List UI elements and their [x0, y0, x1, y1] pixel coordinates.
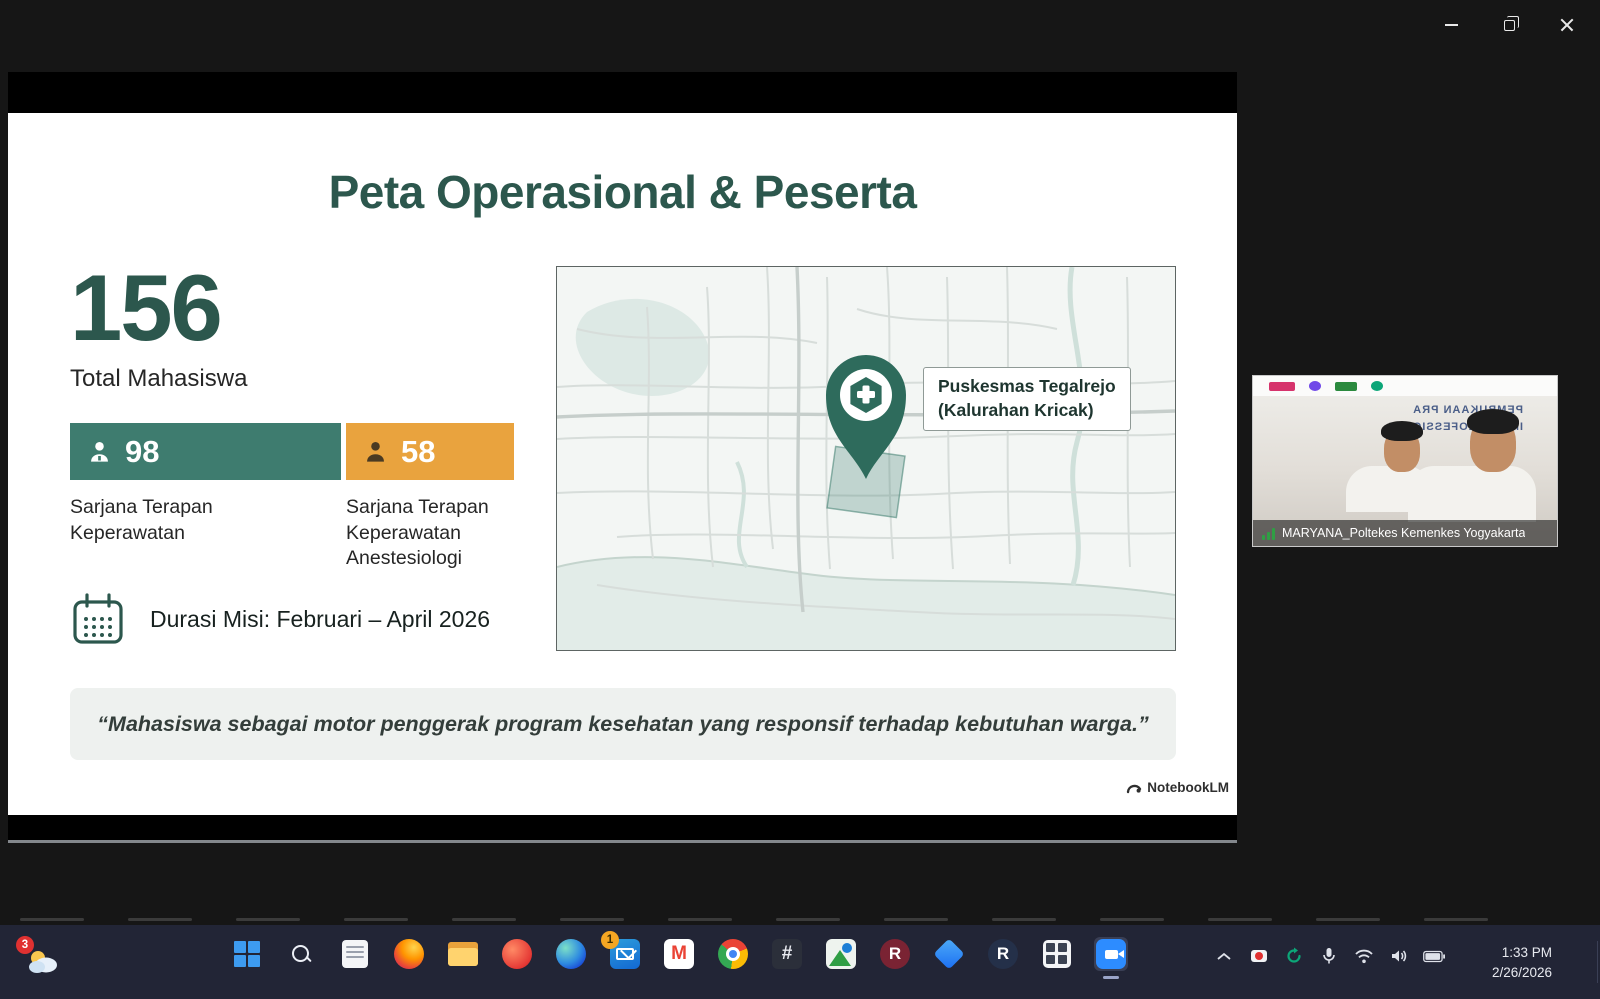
close-button[interactable]	[1544, 8, 1590, 42]
slide: Peta Operasional & Peserta 156 Total Mah…	[8, 113, 1237, 815]
minimize-button[interactable]	[1428, 8, 1474, 42]
audio-signal-icon	[1262, 527, 1275, 540]
tray-recording-icon[interactable]	[1248, 945, 1270, 967]
taskbar-item-zoom[interactable]	[1094, 937, 1128, 971]
r-app-2-icon: R	[988, 939, 1018, 969]
taskbar-item-r-app-2[interactable]: R	[986, 937, 1020, 971]
taskbar: 3 1 M # R R	[0, 925, 1600, 999]
clock-date: 2/26/2026	[1472, 963, 1552, 983]
notebooklm-watermark: NotebookLM	[1126, 779, 1229, 795]
stat-anesthesiology-header: 58	[346, 423, 514, 480]
window-controls	[1428, 8, 1590, 42]
taskbar-item-paint[interactable]	[932, 937, 966, 971]
stat-nursing-label: Sarjana Terapan Keperawatan	[70, 480, 295, 546]
minimize-icon	[1445, 24, 1458, 26]
background-logo-icon	[1269, 382, 1295, 391]
tray-wifi-icon[interactable]	[1353, 945, 1375, 967]
anesthetist-icon	[362, 438, 389, 465]
windows-logo-icon	[234, 941, 260, 967]
map-location-line2: (Kalurahan Kricak)	[938, 399, 1130, 423]
mission-duration-text: Durasi Misi: Februari – April 2026	[150, 606, 490, 633]
map-location-line1: Puskesmas Tegalrejo	[938, 375, 1130, 399]
stat-nursing-value: 98	[125, 434, 159, 470]
close-icon	[1560, 18, 1574, 32]
stat-anesthesiology-label: Sarjana Terapan Keperawatan Anestesiolog…	[346, 480, 506, 572]
background-logo-icon	[1335, 382, 1357, 391]
stat-anesthesiology: 58 Sarjana Terapan Keperawatan Anestesio…	[346, 423, 514, 572]
apps-grid-icon	[1043, 940, 1071, 968]
operational-map: Puskesmas Tegalrejo (Kalurahan Kricak)	[556, 266, 1176, 651]
gmail-icon: M	[664, 939, 694, 969]
tray-battery-icon[interactable]	[1423, 945, 1445, 967]
participant-name: MARYANA_Poltekes Kemenkes Yogyakarta	[1282, 526, 1525, 540]
tray-sync-icon[interactable]	[1283, 945, 1305, 967]
taskbar-item-mail[interactable]: 1	[608, 937, 642, 971]
total-students-value: 156	[70, 261, 221, 355]
paint-icon	[933, 938, 964, 969]
taskbar-item-gis-app[interactable]	[824, 937, 858, 971]
hash-app-icon: #	[772, 939, 802, 969]
restore-button[interactable]	[1486, 8, 1532, 42]
mission-duration: Durasi Misi: Februari – April 2026	[70, 591, 490, 647]
tray-chevron-up-icon[interactable]	[1213, 945, 1235, 967]
tray-volume-icon[interactable]	[1388, 945, 1410, 967]
stat-anesthesiology-value: 58	[401, 434, 435, 470]
search-button[interactable]	[284, 937, 318, 971]
slide-letterbox-top	[8, 72, 1237, 113]
mail-badge: 1	[601, 931, 619, 949]
widgets-badge: 3	[16, 936, 34, 954]
notebooklm-logo-icon	[1126, 779, 1142, 795]
restore-icon	[1504, 20, 1515, 31]
participant-name-bar: MARYANA_Poltekes Kemenkes Yogyakarta	[1253, 520, 1557, 546]
taskbar-item-r-app[interactable]: R	[878, 937, 912, 971]
background-logo-strip	[1253, 376, 1557, 396]
notebooklm-watermark-text: NotebookLM	[1147, 780, 1229, 795]
taskbar-item-hash-app[interactable]: #	[770, 937, 804, 971]
stat-nursing-header: 98	[70, 423, 341, 480]
file-explorer-icon	[448, 942, 478, 966]
participant-person-right	[1449, 416, 1536, 522]
background-logo-icon	[1309, 381, 1321, 391]
search-icon	[289, 942, 313, 966]
taskbar-item-edge[interactable]	[554, 937, 588, 971]
taskbar-item-notepad[interactable]	[338, 937, 372, 971]
calendar-icon	[70, 591, 126, 647]
background-window-edge	[20, 914, 1580, 924]
taskbar-item-gmail[interactable]: M	[662, 937, 696, 971]
clock-time: 1:33 PM	[1472, 943, 1552, 963]
edge-icon	[556, 939, 586, 969]
notepad-icon	[342, 940, 368, 968]
background-logo-icon	[1371, 381, 1383, 391]
widgets-button[interactable]: 3	[20, 939, 66, 985]
total-students-label: Total Mahasiswa	[70, 365, 247, 393]
participant-video-tile[interactable]: PEMBUKAAN PRA INTERPROFESSION MARYANA_Po…	[1252, 375, 1558, 547]
slide-quote: “Mahasiswa sebagai motor penggerak progr…	[70, 688, 1176, 760]
map-location-label: Puskesmas Tegalrejo (Kalurahan Kricak)	[923, 367, 1131, 431]
slide-letterbox-bottom	[8, 815, 1237, 843]
stats-panel: 98 Sarjana Terapan Keperawatan 58 Sarjan…	[70, 423, 514, 572]
zoom-icon	[1096, 939, 1126, 969]
clock[interactable]: 1:33 PM 2/26/2026	[1472, 943, 1552, 982]
slide-title: Peta Operasional & Peserta	[8, 165, 1237, 219]
gis-app-icon	[826, 939, 856, 969]
taskbar-item-file-explorer[interactable]	[446, 937, 480, 971]
start-button[interactable]	[230, 937, 264, 971]
nurse-icon	[86, 438, 113, 465]
taskbar-item-photos[interactable]	[500, 937, 534, 971]
taskbar-app-icons: 1 M # R R	[230, 937, 1128, 971]
taskbar-item-chrome[interactable]	[716, 937, 750, 971]
firefox-icon	[394, 939, 424, 969]
taskbar-item-apps-grid[interactable]	[1040, 937, 1074, 971]
chrome-icon	[718, 939, 748, 969]
stat-nursing: 98 Sarjana Terapan Keperawatan	[70, 423, 341, 572]
r-app-icon: R	[880, 939, 910, 969]
system-tray	[1213, 945, 1445, 967]
shared-screen-presentation: Peta Operasional & Peserta 156 Total Mah…	[8, 72, 1237, 846]
taskbar-item-firefox[interactable]	[392, 937, 426, 971]
tray-microphone-icon[interactable]	[1318, 945, 1340, 967]
map-graphic	[557, 267, 1175, 650]
photos-icon	[502, 939, 532, 969]
desktop: Peta Operasional & Peserta 156 Total Mah…	[0, 0, 1600, 999]
